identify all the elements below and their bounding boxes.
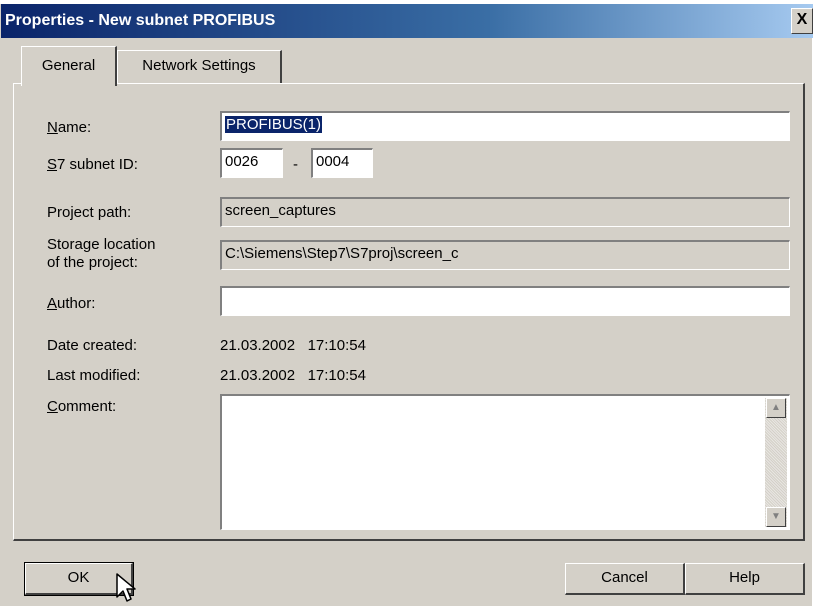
mouse-pointer-icon: [116, 573, 136, 602]
author-label: Author:: [47, 295, 96, 312]
subnet-id-label: S7 subnet ID:: [47, 156, 138, 173]
project-path-field: screen_captures: [220, 197, 790, 227]
title-bar[interactable]: Properties - New subnet PROFIBUS X: [1, 4, 813, 38]
date-created-value: 21.03.2002 17:10:54: [220, 337, 366, 354]
storage-location-label-line2: of the project:: [47, 254, 138, 271]
storage-location-field: C:\Siemens\Step7\S7proj\screen_c: [220, 240, 790, 270]
project-path-label: Project path:: [47, 204, 132, 221]
close-icon: X: [796, 11, 808, 28]
close-button[interactable]: X: [791, 8, 813, 34]
scroll-up-icon[interactable]: ▲: [766, 398, 786, 418]
subnet-id-part2-input[interactable]: 0004: [311, 148, 373, 178]
comment-textarea[interactable]: ▲ ▼: [220, 394, 790, 530]
tab-network-settings[interactable]: Network Settings: [117, 50, 282, 84]
subnet-id-part1-input[interactable]: 0026: [220, 148, 283, 178]
help-button[interactable]: Help: [685, 563, 805, 595]
storage-location-label-line1: Storage location: [47, 236, 156, 253]
name-input[interactable]: PROFIBUS(1): [220, 111, 790, 141]
scroll-down-icon[interactable]: ▼: [766, 507, 786, 527]
name-value: PROFIBUS(1): [225, 116, 323, 133]
window-title: Properties - New subnet PROFIBUS: [5, 12, 276, 29]
cancel-button[interactable]: Cancel: [565, 563, 685, 595]
author-input[interactable]: [220, 286, 790, 316]
last-modified-label: Last modified:: [47, 367, 141, 384]
comment-label: Comment:: [47, 398, 117, 415]
properties-dialog: Properties - New subnet PROFIBUS X Gener…: [0, 4, 813, 606]
last-modified-value: 21.03.2002 17:10:54: [220, 367, 366, 384]
subnet-id-separator: -: [293, 156, 298, 173]
comment-scrollbar[interactable]: ▲ ▼: [765, 398, 787, 527]
tab-general[interactable]: General: [21, 46, 117, 86]
date-created-label: Date created:: [47, 337, 138, 354]
name-label: Name:: [47, 119, 92, 136]
